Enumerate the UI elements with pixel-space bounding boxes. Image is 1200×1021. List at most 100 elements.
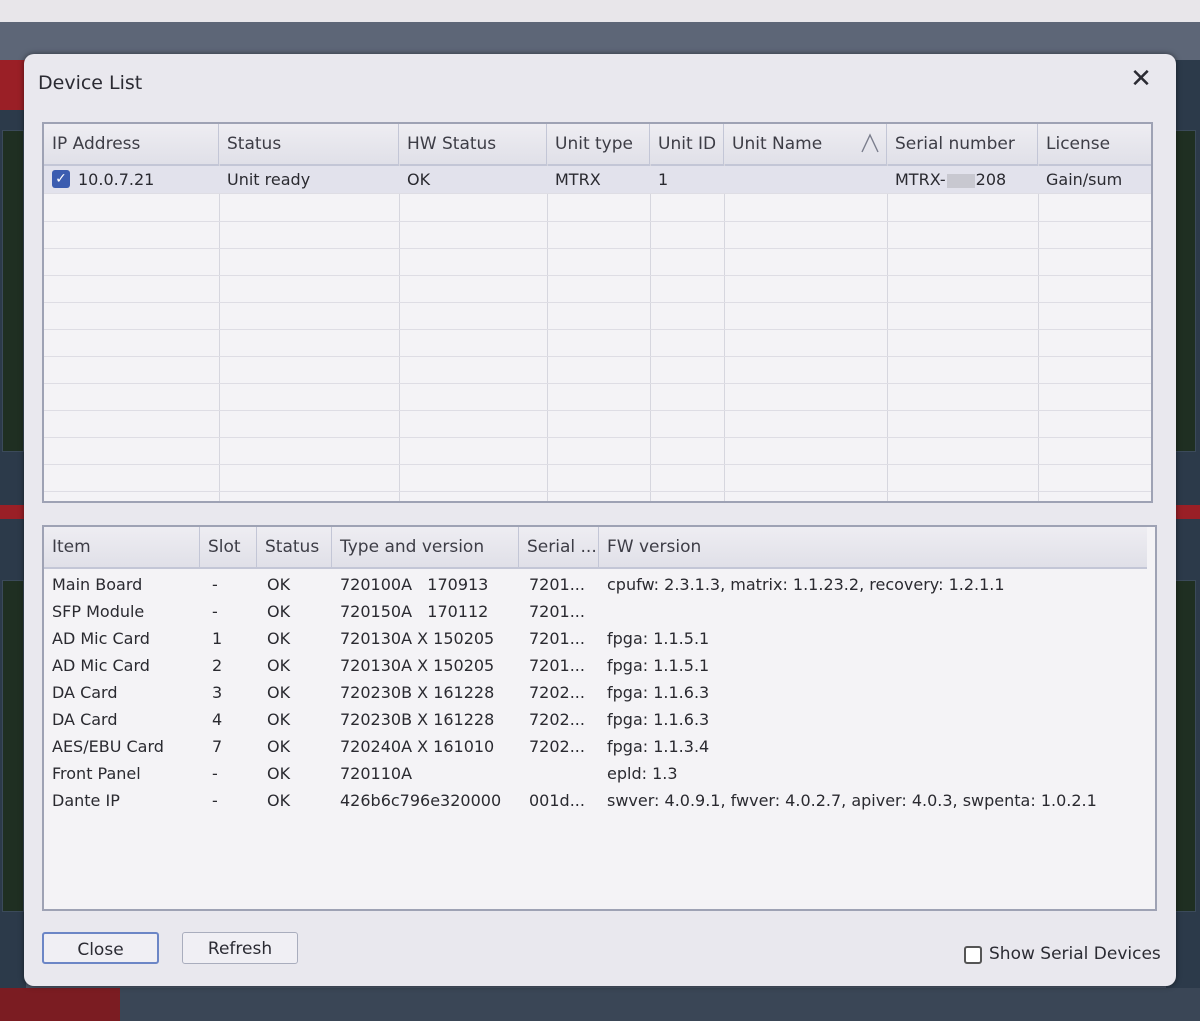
empty-row [44, 194, 1151, 222]
background-app-footer [0, 988, 1200, 1021]
module-slot: 3 [212, 683, 223, 702]
module-row[interactable]: DA Card 3 OK 720230B X 161228 7202... fp… [44, 679, 1155, 706]
module-slot: 7 [212, 737, 223, 756]
module-row[interactable]: Front Panel - OK 720110A epld: 1.3 [44, 760, 1155, 787]
module-slot: - [212, 602, 218, 621]
device-row-checkbox[interactable]: ✓ [52, 170, 70, 188]
module-slot: - [212, 764, 218, 783]
module-type: 720150A 170112 [340, 602, 489, 621]
module-fw: fpga: 1.1.5.1 [607, 656, 710, 675]
module-status: OK [267, 764, 291, 783]
col-unit-name-label: Unit Name [732, 134, 823, 154]
module-row[interactable]: Main Board - OK 720100A 170913 7201... c… [44, 571, 1155, 598]
empty-row [44, 248, 1151, 276]
col-ip-address[interactable]: IP Address [44, 124, 219, 164]
module-status: OK [267, 683, 291, 702]
module-type: 720230B X 161228 [340, 710, 495, 729]
module-serial [519, 760, 599, 787]
refresh-button[interactable]: Refresh [182, 932, 298, 964]
device-list-dialog: Device List ✕ IP Address Status HW Statu… [24, 54, 1176, 986]
col-slot[interactable]: Slot [200, 527, 257, 567]
empty-row [44, 302, 1151, 330]
empty-row [44, 464, 1151, 492]
module-row[interactable]: AD Mic Card 2 OK 720130A X 150205 7201..… [44, 652, 1155, 679]
empty-row [44, 410, 1151, 438]
empty-row [44, 383, 1151, 411]
module-status: OK [267, 575, 291, 594]
module-serial: 7201... [529, 656, 585, 675]
module-slot: 4 [212, 710, 223, 729]
module-row[interactable]: AD Mic Card 1 OK 720130A X 150205 7201..… [44, 625, 1155, 652]
module-type: 426b6c796e320000 [340, 791, 502, 810]
module-serial: 001d... [529, 791, 585, 810]
col-fw-version[interactable]: FW version [599, 527, 1151, 567]
sort-ascending-icon [861, 133, 879, 153]
col-unit-id[interactable]: Unit ID [650, 124, 724, 164]
module-slot: - [212, 791, 218, 810]
module-row[interactable]: SFP Module - OK 720150A 170112 7201... [44, 598, 1155, 625]
module-serial: 7201... [529, 575, 585, 594]
module-fw: swver: 4.0.9.1, fwver: 4.0.2.7, apiver: … [607, 791, 1097, 810]
module-type: 720130A X 150205 [340, 656, 495, 675]
col-hw-status[interactable]: HW Status [399, 124, 547, 164]
device-ip: ✓ 10.0.7.21 [44, 166, 219, 193]
module-row[interactable]: AES/EBU Card 7 OK 720240A X 161010 7202.… [44, 733, 1155, 760]
module-serial: 7201... [529, 602, 585, 621]
background-app-header [0, 0, 1200, 22]
col-unit-name[interactable]: Unit Name [724, 124, 887, 164]
module-row[interactable]: DA Card 4 OK 720230B X 161228 7202... fp… [44, 706, 1155, 733]
empty-row [44, 275, 1151, 303]
module-item: AD Mic Card [52, 656, 150, 675]
module-status: OK [267, 629, 291, 648]
module-fw [599, 598, 1151, 625]
background-channel-strip [0, 505, 26, 519]
col-unit-type[interactable]: Unit type [547, 124, 650, 164]
module-fw: fpga: 1.1.6.3 [607, 683, 710, 702]
module-row[interactable]: Dante IP - OK 426b6c796e320000 001d... s… [44, 787, 1155, 814]
background-level-meter [2, 580, 24, 912]
module-item: Front Panel [52, 764, 141, 783]
module-slot: - [212, 575, 218, 594]
module-serial: 7202... [529, 737, 585, 756]
show-serial-devices-checkbox[interactable] [964, 946, 982, 964]
device-license: Gain/sum [1046, 170, 1123, 189]
device-hw-status: OK [407, 170, 431, 189]
module-type: 720110A [340, 764, 413, 783]
col-module-status[interactable]: Status [257, 527, 332, 567]
module-item: SFP Module [52, 602, 145, 621]
module-slot: 2 [212, 656, 223, 675]
device-row[interactable]: ✓ 10.0.7.21 Unit ready OK MTRX 1 MTRX- 20… [44, 166, 1151, 194]
module-item: DA Card [52, 710, 118, 729]
module-status: OK [267, 791, 291, 810]
col-license[interactable]: License [1038, 124, 1151, 164]
module-table-header: Item Slot Status Type and version Serial… [44, 527, 1147, 569]
module-fw: epld: 1.3 [607, 764, 678, 783]
empty-row [44, 356, 1151, 384]
module-item: DA Card [52, 683, 118, 702]
device-table-header: IP Address Status HW Status Unit type Un… [44, 124, 1151, 166]
empty-row [44, 437, 1151, 465]
col-item[interactable]: Item [44, 527, 200, 567]
module-status: OK [267, 656, 291, 675]
module-item: AES/EBU Card [52, 737, 164, 756]
module-item: AD Mic Card [52, 629, 150, 648]
device-unit-name [724, 166, 887, 193]
dialog-title: Device List [38, 72, 143, 94]
module-type: 720100A 170913 [340, 575, 489, 594]
module-status: OK [267, 710, 291, 729]
module-item: Main Board [52, 575, 143, 594]
close-button[interactable]: Close [42, 932, 159, 964]
background-channel-strip [0, 60, 26, 110]
col-type-version[interactable]: Type and version [332, 527, 519, 567]
col-status[interactable]: Status [219, 124, 399, 164]
module-table: Item Slot Status Type and version Serial… [42, 525, 1157, 911]
col-serial[interactable]: Serial ... [519, 527, 599, 567]
module-item: Dante IP [52, 791, 120, 810]
module-serial: 7202... [529, 683, 585, 702]
col-serial-number[interactable]: Serial number [887, 124, 1038, 164]
close-icon[interactable]: ✕ [1126, 66, 1156, 92]
module-slot: 1 [212, 629, 223, 648]
module-type: 720130A X 150205 [340, 629, 495, 648]
empty-row [44, 221, 1151, 249]
background-level-meter [2, 130, 24, 452]
